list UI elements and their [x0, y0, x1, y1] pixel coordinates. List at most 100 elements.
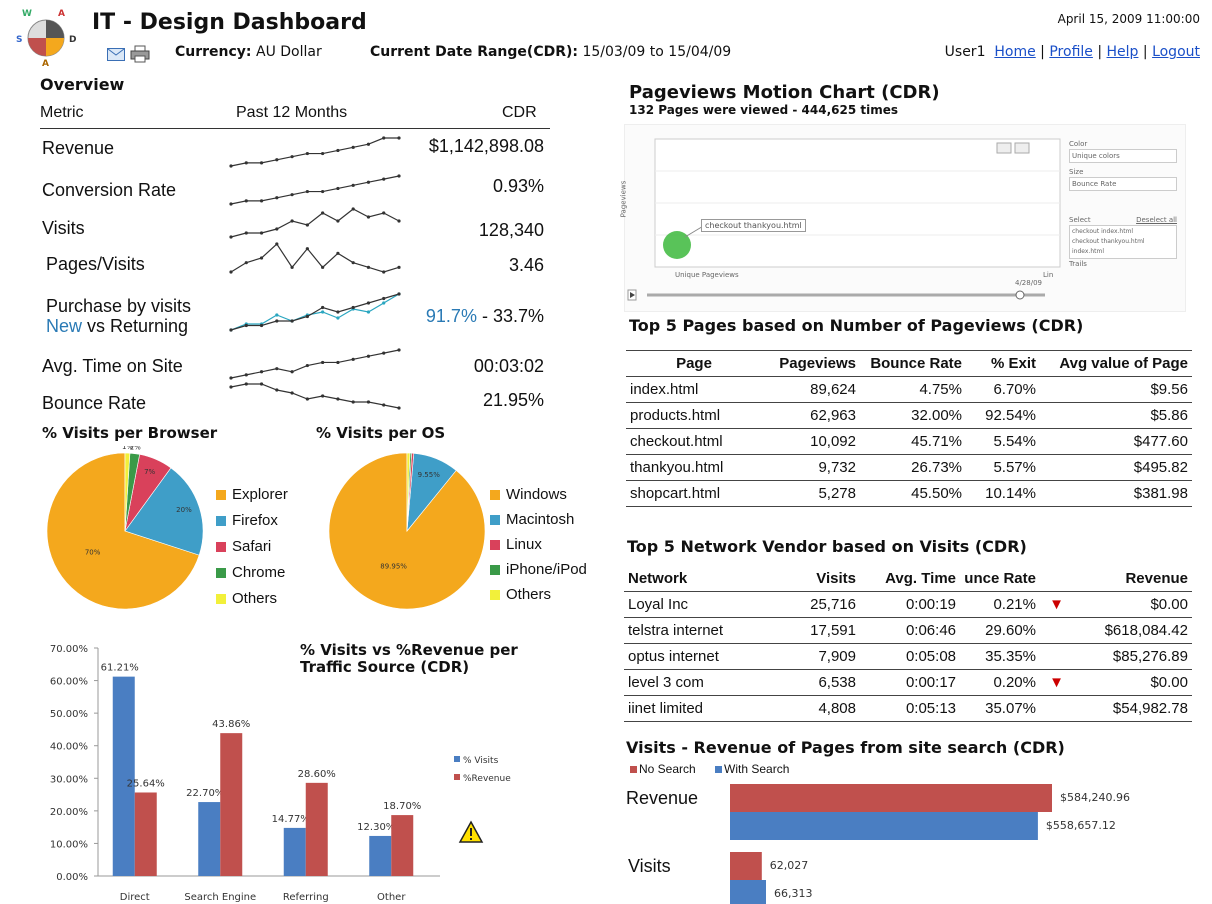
table-cell: 9,732	[818, 459, 856, 476]
sparkline-conversion	[229, 174, 401, 206]
legend-label: Linux	[506, 536, 542, 553]
spark-returning-line	[230, 293, 400, 331]
legend-swatch	[490, 540, 500, 551]
spark-returning-point	[275, 319, 279, 323]
table-cell: 89,624	[810, 381, 856, 398]
legend-label: Others	[506, 586, 552, 603]
motion-chart-title: Pageviews Motion Chart (CDR)	[629, 82, 940, 103]
nav-profile-link[interactable]: Profile	[1049, 44, 1093, 60]
table-row[interactable]: shopcart.html 5,278 45.50% 10.14% $381.98	[626, 481, 1192, 507]
purchase-value-rest: - 33.7%	[476, 306, 544, 326]
spark-point	[397, 406, 401, 410]
metric-bounce-label: Bounce Rate	[42, 393, 147, 413]
table-cell: 0.21%	[993, 596, 1036, 613]
metric-visits-label: Visits	[42, 218, 85, 238]
pie-slice-label: 9.55%	[418, 471, 441, 479]
spark-point	[321, 265, 325, 269]
table-row[interactable]: optus internet 7,909 0:05:08 35.35% $85,276.…	[624, 644, 1192, 670]
table-header: Avg value of Page	[1059, 355, 1188, 372]
metric-purchase-label: Purchase by visits New vs Returning	[46, 296, 191, 336]
motion-color-select[interactable]: Unique colors	[1069, 149, 1177, 163]
date-range-info: Current Date Range(CDR): 15/03/09 to 15/…	[370, 44, 731, 60]
motion-select-list[interactable]: checkout index.html checkout thankyou.ht…	[1069, 225, 1177, 259]
table-header: Pageviews	[779, 355, 856, 372]
mail-icon[interactable]	[107, 48, 125, 61]
y-tick-label: 50.00%	[50, 709, 88, 720]
y-tick-label: 40.00%	[50, 742, 88, 753]
spark-line	[230, 349, 400, 379]
currency-label: Currency:	[175, 44, 252, 60]
top-pages-title: Top 5 Pages based on Number of Pageviews…	[629, 316, 1084, 335]
motion-size-select[interactable]: Bounce Rate	[1069, 177, 1177, 191]
metric-pages-label: Pages/Visits	[46, 254, 145, 274]
motion-select-item[interactable]: checkout index.html	[1072, 227, 1174, 237]
bar-revenue-with-search	[730, 812, 1038, 840]
table-cell: $9.56	[1150, 381, 1188, 398]
legend-label: iPhone/iPod	[506, 561, 587, 578]
table-row[interactable]: index.html 89,624 4.75% 6.70% $9.56	[626, 377, 1192, 403]
spark-point	[244, 231, 248, 235]
search-cat-visits: Visits	[628, 856, 671, 876]
table-cell: 25,716	[810, 596, 856, 613]
spark-new-point	[382, 301, 386, 305]
motion-select-item[interactable]: index.html	[1072, 247, 1174, 257]
table-cell: 0:00:17	[905, 674, 956, 691]
spark-point	[382, 270, 386, 274]
table-cell: 0:00:19	[905, 596, 956, 613]
table-row[interactable]: telstra internet 17,591 0:06:46 29.60% $618,…	[624, 618, 1192, 644]
os-pie-chart: 89.95%9.55%0.45%0.34%0.61%	[328, 446, 486, 610]
warning-icon[interactable]	[458, 820, 484, 844]
spark-point	[305, 223, 309, 227]
metric-time-value: 00:03:02	[473, 356, 544, 376]
spark-point	[382, 403, 386, 407]
vendors-title: Top 5 Network Vendor based on Visits (CD…	[627, 537, 1027, 556]
table-row[interactable]: level 3 com 6,538 0:00:17 0.20% ▼ $0.00	[624, 670, 1192, 696]
motion-chart-plot[interactable]	[625, 125, 1070, 311]
nav-home-link[interactable]: Home	[994, 44, 1035, 60]
motion-deselect-link[interactable]: Deselect all	[1136, 215, 1177, 225]
motion-chart-subtitle: 132 Pages were viewed - 444,625 times	[629, 103, 898, 117]
metric-revenue-label: Revenue	[42, 138, 115, 158]
table-cell: iinet limited	[628, 700, 704, 717]
sparkline-time	[229, 348, 401, 380]
legend-swatch	[216, 490, 226, 501]
pie-slice-label: 70%	[85, 549, 101, 557]
motion-scale-label[interactable]: Lin	[1043, 271, 1053, 279]
spark-point	[321, 211, 325, 215]
currency-info: Currency: AU Dollar	[175, 44, 322, 60]
search-bar-chart: $584,240.96 $558,657.12 62,027 66,313	[730, 784, 1130, 904]
table-row[interactable]: products.html 62,963 32.00% 92.54% $5.86	[626, 403, 1192, 429]
legend-swatch	[490, 565, 500, 576]
table-header-row: Page Pageviews Bounce Rate % Exit Avg va…	[626, 351, 1192, 377]
search-legend: No Search With Search	[630, 762, 789, 776]
table-cell: 5,278	[818, 485, 856, 502]
table-cell: telstra internet	[628, 622, 724, 639]
table-row[interactable]: Loyal Inc 25,716 0:00:19 0.21% ▼ $0.00	[624, 592, 1192, 618]
table-row[interactable]: iinet limited 4,808 0:05:13 35.07% $54,982.7…	[624, 696, 1192, 722]
y-tick-label: 20.00%	[50, 807, 88, 818]
legend-label: Explorer	[232, 486, 288, 503]
nav-help-link[interactable]: Help	[1107, 44, 1139, 60]
print-icon[interactable]	[130, 45, 150, 63]
spark-point	[321, 151, 325, 156]
purchase-label-new: New	[46, 316, 83, 336]
table-row[interactable]: thankyou.html 9,732 26.73% 5.57% $495.82	[626, 455, 1192, 481]
table-cell: 6.70%	[993, 381, 1036, 398]
spark-point	[275, 227, 279, 231]
table-row[interactable]: checkout.html 10,092 45.71% 5.54% $477.60	[626, 429, 1192, 455]
legend-label: % Visits	[463, 756, 499, 766]
table-cell: index.html	[630, 381, 699, 398]
motion-trails-label[interactable]: Trails	[1069, 259, 1177, 269]
motion-select-item[interactable]: checkout thankyou.html	[1072, 237, 1174, 247]
legend-swatch	[490, 490, 500, 501]
metric-purchase-value: 91.7% - 33.7%	[426, 306, 544, 327]
spark-new-point	[336, 316, 340, 320]
legend-swatch	[216, 516, 226, 527]
bar-revenue	[220, 733, 243, 876]
bar-revenue	[134, 792, 157, 876]
spark-point	[336, 397, 340, 401]
legend-swatch	[216, 568, 226, 579]
motion-chart[interactable]: checkout thankyou.html Unique Pageviews …	[619, 124, 1186, 312]
nav-logout-link[interactable]: Logout	[1152, 44, 1200, 60]
down-arrow-icon: ▼	[1049, 596, 1064, 613]
